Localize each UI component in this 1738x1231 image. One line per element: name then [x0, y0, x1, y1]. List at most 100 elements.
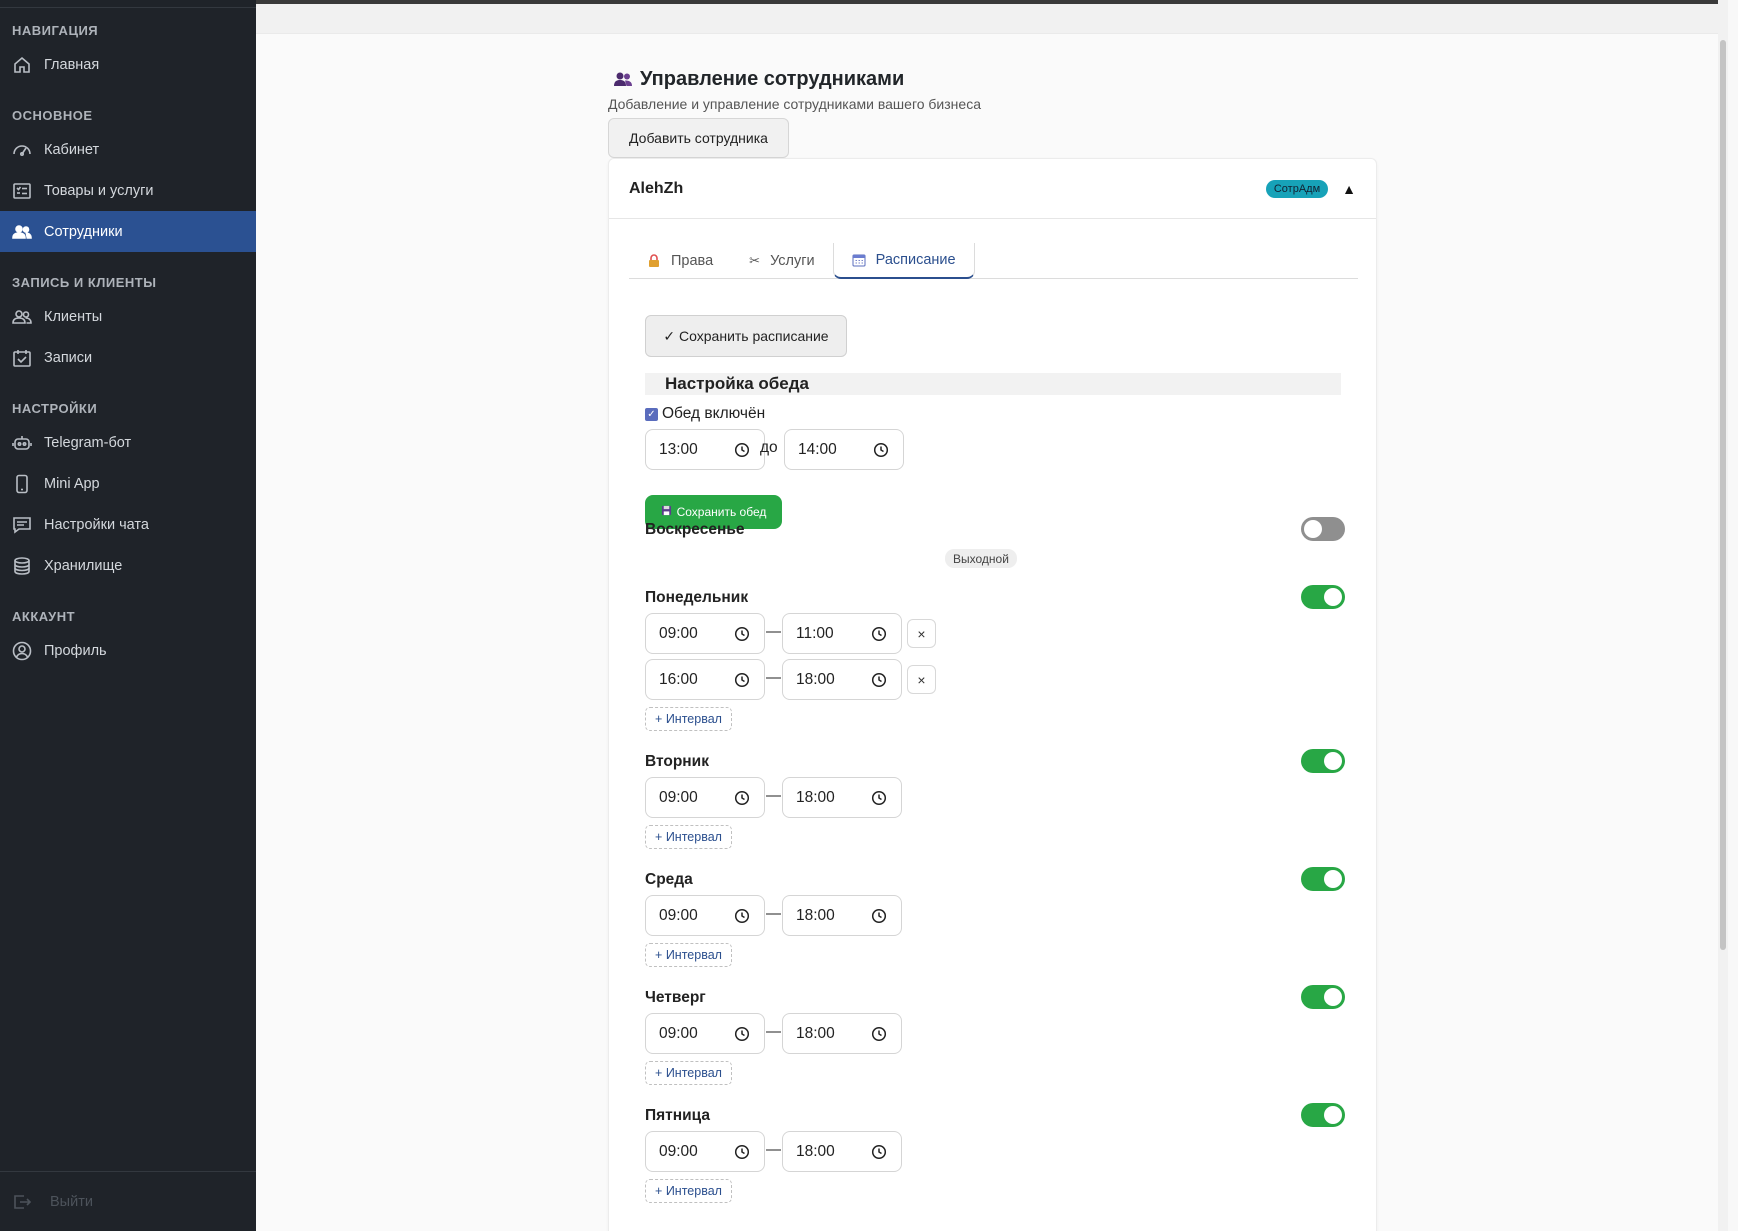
remove-interval-button[interactable]: ×: [907, 665, 936, 694]
interval-dash: —: [766, 669, 781, 686]
day-toggle-friday[interactable]: [1301, 1103, 1345, 1127]
sidebar-item-label: Сотрудники: [44, 223, 123, 240]
chat-icon: [12, 515, 32, 535]
remove-interval-button[interactable]: ×: [907, 619, 936, 648]
clock-icon: [734, 442, 750, 458]
add-interval-button[interactable]: + Интервал: [645, 707, 732, 731]
interval-start-input[interactable]: 09:00: [645, 1131, 765, 1172]
interval-dash: —: [766, 1141, 781, 1158]
day-name-sunday: Воскресенье: [645, 521, 745, 538]
sidebar-item-clients[interactable]: Клиенты: [0, 296, 256, 337]
interval-end-input[interactable]: 18:00: [782, 659, 902, 700]
day-toggle-tuesday[interactable]: [1301, 749, 1345, 773]
page-title: Управление сотрудниками: [608, 62, 1377, 96]
section-title-main: ОСНОВНОЕ: [12, 108, 93, 123]
toggle-knob: [1324, 988, 1342, 1006]
sidebar-item-label: Главная: [44, 56, 100, 73]
sidebar-item-storage[interactable]: Хранилище: [0, 545, 256, 586]
toggle-knob: [1304, 520, 1322, 538]
interval-start-input[interactable]: 09:00: [645, 895, 765, 936]
day-off-badge: Выходной: [945, 549, 1017, 568]
profile-icon: [12, 641, 32, 661]
interval-end-input[interactable]: 18:00: [782, 1131, 902, 1172]
people-emoji-icon: [612, 68, 634, 90]
sidebar-item-bookings[interactable]: Записи: [0, 337, 256, 378]
sidebar-item-mini-app[interactable]: Mini App: [0, 463, 256, 504]
interval-dash: —: [766, 787, 781, 804]
save-schedule-button[interactable]: ✓ Сохранить расписание: [645, 315, 847, 357]
lunch-to-input[interactable]: 14:00: [784, 429, 904, 470]
robot-icon: [12, 433, 32, 453]
day-toggle-thursday[interactable]: [1301, 985, 1345, 1009]
people-icon: [12, 222, 32, 242]
employee-card-header[interactable]: AlehZh СотрАдм ▲: [609, 159, 1376, 219]
scrollbar-thumb[interactable]: [1720, 40, 1726, 950]
interval-end-input[interactable]: 18:00: [782, 777, 902, 818]
clock-icon: [873, 442, 889, 458]
main-area: Управление сотрудниками Добавление и упр…: [256, 0, 1728, 1231]
tab-label: Права: [671, 253, 714, 269]
collapse-caret-icon[interactable]: ▲: [1342, 181, 1356, 197]
add-interval-button[interactable]: + Интервал: [645, 825, 732, 849]
top-strip: [256, 4, 1728, 34]
day-toggle-sunday[interactable]: [1301, 517, 1345, 541]
dashboard-icon: [12, 140, 32, 160]
time-value: 09:00: [659, 788, 698, 806]
add-interval-button[interactable]: + Интервал: [645, 943, 732, 967]
interval-start-input[interactable]: 09:00: [645, 613, 765, 654]
interval-start-input[interactable]: 16:00: [645, 659, 765, 700]
sidebar-top-divider: [0, 0, 256, 8]
interval-end-input[interactable]: 18:00: [782, 895, 902, 936]
content: Управление сотрудниками Добавление и упр…: [608, 62, 1377, 1231]
list-icon: [12, 181, 32, 201]
interval-start-input[interactable]: 09:00: [645, 1013, 765, 1054]
lunch-from-input[interactable]: 13:00: [645, 429, 765, 470]
toggle-knob: [1324, 870, 1342, 888]
sidebar-item-label: Хранилище: [44, 557, 123, 574]
section-title-navigation: НАВИГАЦИЯ: [12, 23, 99, 38]
day-toggle-monday[interactable]: [1301, 585, 1345, 609]
checkbox-checked-icon: ✓: [645, 407, 658, 421]
sidebar-item-cabinet[interactable]: Кабинет: [0, 129, 256, 170]
time-value: 11:00: [796, 624, 834, 642]
employee-name: AlehZh: [629, 179, 684, 197]
day-name-wednesday: Среда: [645, 871, 693, 888]
sidebar-item-chat-settings[interactable]: Настройки чата: [0, 504, 256, 545]
interval-end-input[interactable]: 18:00: [782, 1013, 902, 1054]
logout-icon: [12, 1192, 32, 1212]
interval-end-input[interactable]: 11:00: [782, 613, 902, 654]
employee-tabs: Права ✂ Услуги Расписание: [629, 243, 1358, 279]
phone-icon: [12, 474, 32, 494]
add-interval-button[interactable]: + Интервал: [645, 1179, 732, 1203]
sidebar-item-telegram-bot[interactable]: Telegram-бот: [0, 422, 256, 463]
sidebar-item-label: Записи: [44, 349, 93, 366]
interval-start-input[interactable]: 09:00: [645, 777, 765, 818]
close-icon: ×: [917, 671, 926, 688]
employee-card: AlehZh СотрАдм ▲ Права ✂ Услуги Расписан: [608, 158, 1377, 1231]
logout-button[interactable]: Выйти: [0, 1171, 256, 1231]
tab-services[interactable]: ✂ Услуги: [731, 243, 833, 279]
time-value: 09:00: [659, 1142, 698, 1160]
floppy-disk-icon: [661, 505, 672, 519]
sidebar-item-home[interactable]: Главная: [0, 44, 256, 85]
sidebar-item-products[interactable]: Товары и услуги: [0, 170, 256, 211]
section-title-account: АККАУНТ: [12, 609, 76, 624]
page-subtitle: Добавление и управление сотрудниками ваш…: [608, 96, 981, 112]
section-title-records: ЗАПИСЬ И КЛИЕНТЫ: [12, 275, 157, 290]
page-scrollbar[interactable]: [1718, 0, 1728, 1231]
interval-dash: —: [766, 623, 781, 640]
sidebar-item-employees[interactable]: Сотрудники: [0, 211, 256, 252]
add-interval-button[interactable]: + Интервал: [645, 1061, 732, 1085]
sidebar: НАВИГАЦИЯ Главная ОСНОВНОЕ Кабинет Товар…: [0, 0, 256, 1231]
tab-rights[interactable]: Права: [629, 243, 731, 279]
tab-schedule[interactable]: Расписание: [832, 243, 975, 279]
day-name-monday: Понедельник: [645, 589, 749, 606]
lunch-enabled-checkbox[interactable]: ✓ Обед включён: [645, 405, 765, 423]
clock-icon: [734, 1026, 750, 1042]
day-toggle-wednesday[interactable]: [1301, 867, 1345, 891]
sidebar-item-profile[interactable]: Профиль: [0, 630, 256, 671]
add-employee-button[interactable]: Добавить сотрудника: [608, 118, 789, 158]
clock-icon: [734, 672, 750, 688]
time-value: 13:00: [659, 440, 698, 458]
clients-icon: [12, 307, 32, 327]
